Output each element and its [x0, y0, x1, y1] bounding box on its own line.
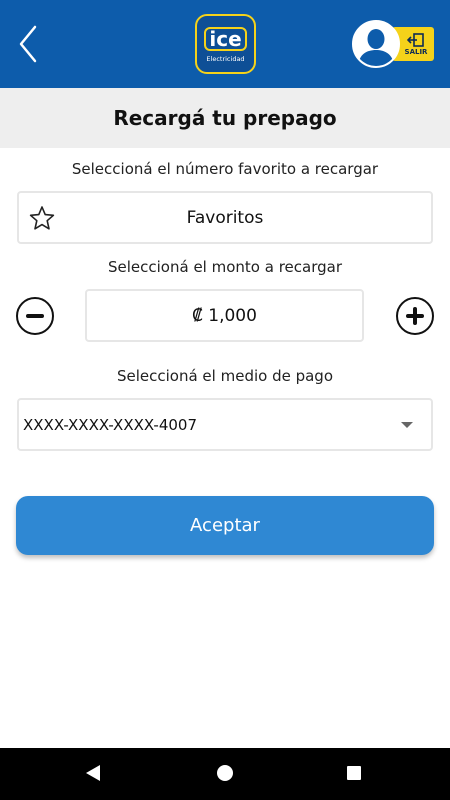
amount-label: Seleccioná el monto a recargar — [108, 258, 342, 276]
favorites-label: Seleccioná el número favorito a recargar — [71, 160, 379, 178]
amount-field[interactable]: ₡ 1,000 — [85, 289, 364, 342]
logout-icon — [407, 32, 424, 47]
payment-method-value: XXXX-XXXX-XXXX-4007 — [23, 415, 197, 434]
dropdown-caret-icon — [401, 422, 413, 428]
user-avatar-icon[interactable] — [352, 20, 400, 68]
back-arrow-icon — [19, 25, 37, 63]
logout-label: SALIR — [404, 47, 428, 56]
favorites-value: Favoritos — [186, 207, 264, 228]
ice-logo: ice Electricidad — [195, 14, 256, 74]
nav-recents-icon[interactable] — [347, 766, 361, 780]
logo-subtitle: Electricidad — [206, 55, 245, 63]
favorites-selector[interactable]: Favoritos — [17, 191, 433, 244]
payment-method-select[interactable]: XXXX-XXXX-XXXX-4007 — [17, 398, 433, 451]
increase-amount-button[interactable] — [396, 297, 434, 335]
minus-icon — [26, 314, 44, 318]
page-title: Recargá tu prepago — [113, 106, 337, 130]
logo-word: ice — [204, 27, 247, 51]
app-header: ice Electricidad SALIR — [0, 0, 450, 88]
back-button[interactable] — [10, 20, 46, 68]
plus-icon — [406, 307, 424, 325]
system-nav-bar — [0, 748, 450, 800]
decrease-amount-button[interactable] — [16, 297, 54, 335]
nav-home-icon[interactable] — [217, 765, 233, 781]
accept-button[interactable]: Aceptar — [16, 496, 434, 555]
title-bar: Recargá tu prepago — [0, 88, 450, 148]
nav-back-icon[interactable] — [86, 765, 100, 781]
payment-label: Seleccioná el medio de pago — [116, 367, 334, 385]
user-area: SALIR — [352, 20, 434, 68]
